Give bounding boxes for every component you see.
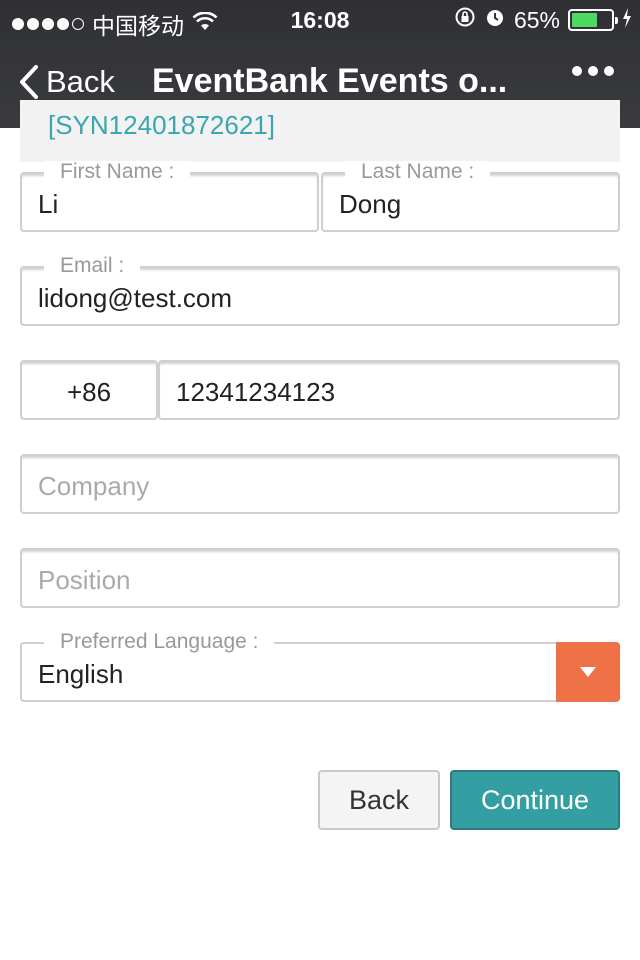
country-code-field[interactable]: +86 [20, 360, 158, 420]
email-field[interactable]: Email : lidong@test.com [20, 255, 620, 326]
ellipsis-icon[interactable] [572, 66, 614, 76]
charging-icon [622, 7, 632, 34]
chevron-left-icon [20, 65, 38, 99]
phone-number-value: 12341234123 [176, 377, 336, 407]
last-name-value: Dong [339, 189, 402, 219]
status-bar: 中国移动 16:08 65% [0, 0, 640, 40]
email-value: lidong@test.com [38, 283, 233, 313]
back-button[interactable]: Back [318, 770, 440, 830]
continue-button[interactable]: Continue [450, 770, 620, 830]
alarm-icon [484, 6, 506, 34]
company-placeholder: Company [38, 471, 150, 501]
language-label: Preferred Language : [44, 631, 275, 653]
battery-percent: 65% [513, 6, 560, 33]
first-name-label: First Name : [44, 161, 191, 183]
phone-number-field[interactable]: 12341234123 [158, 360, 620, 420]
position-placeholder: Position [38, 565, 131, 595]
page-title: EventBank Events o... [152, 62, 508, 100]
email-label: Email : [44, 255, 141, 277]
first-name-value: Li [38, 189, 59, 219]
battery-icon [568, 9, 618, 31]
last-name-label: Last Name : [345, 161, 491, 183]
orientation-lock-icon [454, 6, 476, 34]
battery-level [572, 13, 597, 27]
country-code-value: +86 [66, 377, 112, 407]
ticket-code-text: [SYN12401872621] [48, 110, 275, 140]
position-field[interactable]: Position [20, 548, 620, 608]
language-value: English [38, 659, 124, 689]
status-right: 65% [454, 6, 632, 34]
language-dropdown-button[interactable] [556, 642, 620, 702]
nav-back-label: Back [46, 64, 115, 99]
nav-back-button[interactable]: Back [18, 64, 115, 100]
last-name-field[interactable]: Last Name : Dong [321, 161, 620, 232]
ticket-info-card: [SYN12401872621] [20, 100, 620, 162]
chevron-down-icon [580, 667, 596, 677]
company-field[interactable]: Company [20, 454, 620, 514]
language-select[interactable]: Preferred Language : English [20, 631, 620, 702]
first-name-field[interactable]: First Name : Li [20, 161, 319, 232]
